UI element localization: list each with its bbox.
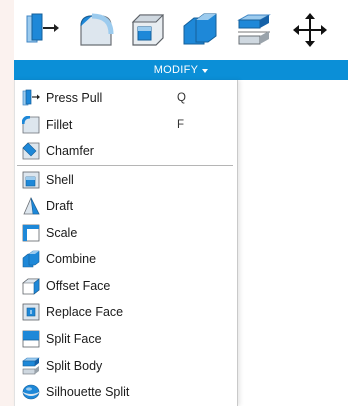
fillet-icon[interactable] [78, 12, 114, 48]
menu-item-label: Split Face [46, 332, 102, 346]
menu-item-offset-face[interactable]: Offset Face [15, 274, 237, 298]
menu-item-label: Split Body [46, 359, 103, 373]
press-pull-icon[interactable] [24, 12, 60, 48]
menu-item-label: Draft [46, 199, 74, 213]
app-stage: MODIFY Press Pull Q Fillet F Chamfer She… [0, 0, 348, 406]
chamfer-icon [22, 142, 40, 160]
menu-item-silhouette-split[interactable]: Silhouette Split [15, 380, 237, 404]
chevron-down-icon [202, 69, 209, 73]
menu-item-chamfer[interactable]: Chamfer [15, 139, 237, 163]
menu-item-split-face[interactable]: Split Face [15, 327, 237, 351]
shortcut-label: Q [177, 92, 186, 104]
scale-icon [22, 224, 40, 242]
modify-dropdown-button[interactable]: MODIFY [14, 60, 348, 80]
split-face-icon [22, 330, 40, 348]
split-body-icon[interactable] [236, 12, 272, 48]
draft-icon [22, 197, 40, 215]
offset-face-icon [22, 277, 40, 295]
menu-separator [17, 165, 233, 166]
silhouette-split-icon [22, 383, 40, 401]
menu-item-scale[interactable]: Scale [15, 221, 237, 245]
menu-item-fillet[interactable]: Fillet F [15, 113, 237, 137]
menu-item-press-pull[interactable]: Press Pull Q [15, 86, 237, 110]
combine-icon[interactable] [182, 12, 218, 48]
fillet-icon [22, 116, 40, 134]
menu-item-shell[interactable]: Shell [15, 168, 237, 192]
menu-item-draft[interactable]: Draft [15, 194, 237, 218]
menu-item-label: Replace Face [46, 305, 124, 319]
press-pull-icon [22, 89, 40, 107]
move-icon[interactable] [292, 12, 328, 48]
replace-face-icon [22, 303, 40, 321]
menu-item-label: Shell [46, 173, 74, 187]
menu-item-label: Fillet [46, 118, 73, 132]
menu-item-combine[interactable]: Combine [15, 247, 237, 271]
shortcut-label: F [177, 119, 185, 131]
menu-item-label: Combine [46, 252, 97, 266]
menu-item-label: Offset Face [46, 279, 111, 293]
menu-item-label: Press Pull [46, 91, 103, 105]
menu-item-split-body[interactable]: Split Body [15, 354, 237, 378]
combine-icon [22, 250, 40, 268]
modify-label: MODIFY [153, 64, 199, 76]
menu-item-label: Scale [46, 226, 78, 240]
chamfer-icon[interactable] [130, 12, 166, 48]
modify-toolbar [14, 0, 348, 60]
shell-icon [22, 171, 40, 189]
menu-item-label: Silhouette Split [46, 385, 130, 399]
menu-item-label: Chamfer [46, 144, 94, 158]
canvas-area [238, 80, 348, 406]
menu-item-replace-face[interactable]: Replace Face [15, 300, 237, 324]
split-body-icon [22, 357, 40, 375]
modify-menu: Press Pull Q Fillet F Chamfer Shell Draf… [14, 80, 238, 406]
